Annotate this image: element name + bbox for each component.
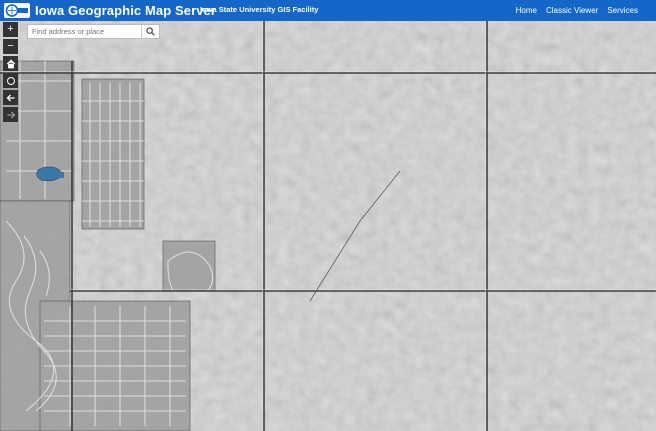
- facility-label[interactable]: Iowa State University GIS Facility: [200, 5, 318, 15]
- map-controls: + −: [3, 22, 18, 124]
- locate-button[interactable]: [3, 73, 18, 88]
- isu-logo[interactable]: [4, 3, 30, 18]
- app-title: Iowa Geographic Map Server: [35, 3, 217, 18]
- back-arrow-icon: [6, 94, 14, 101]
- home-button[interactable]: [3, 56, 18, 71]
- zoom-in-icon: +: [7, 23, 14, 35]
- app-header: Iowa Geographic Map Server Iowa State Un…: [0, 0, 656, 21]
- hillshade-map[interactable]: [0, 21, 656, 431]
- zoom-out-button[interactable]: −: [3, 39, 18, 54]
- zoom-out-icon: −: [7, 40, 14, 52]
- nav-services[interactable]: Services: [607, 6, 638, 15]
- forward-button[interactable]: [3, 107, 18, 122]
- search-box: [27, 24, 160, 39]
- nav-classic-viewer[interactable]: Classic Viewer: [546, 6, 598, 15]
- home-icon: [6, 58, 15, 68]
- zoom-in-button[interactable]: +: [3, 22, 18, 37]
- search-icon: [146, 27, 155, 36]
- map-view[interactable]: [0, 21, 656, 431]
- top-nav: Home Classic Viewer Services: [516, 0, 656, 21]
- locate-icon: [6, 76, 15, 85]
- forward-arrow-icon: [7, 111, 15, 118]
- nav-home[interactable]: Home: [516, 6, 537, 15]
- back-button[interactable]: [3, 90, 18, 105]
- search-button[interactable]: [141, 25, 159, 38]
- search-input[interactable]: [28, 25, 146, 38]
